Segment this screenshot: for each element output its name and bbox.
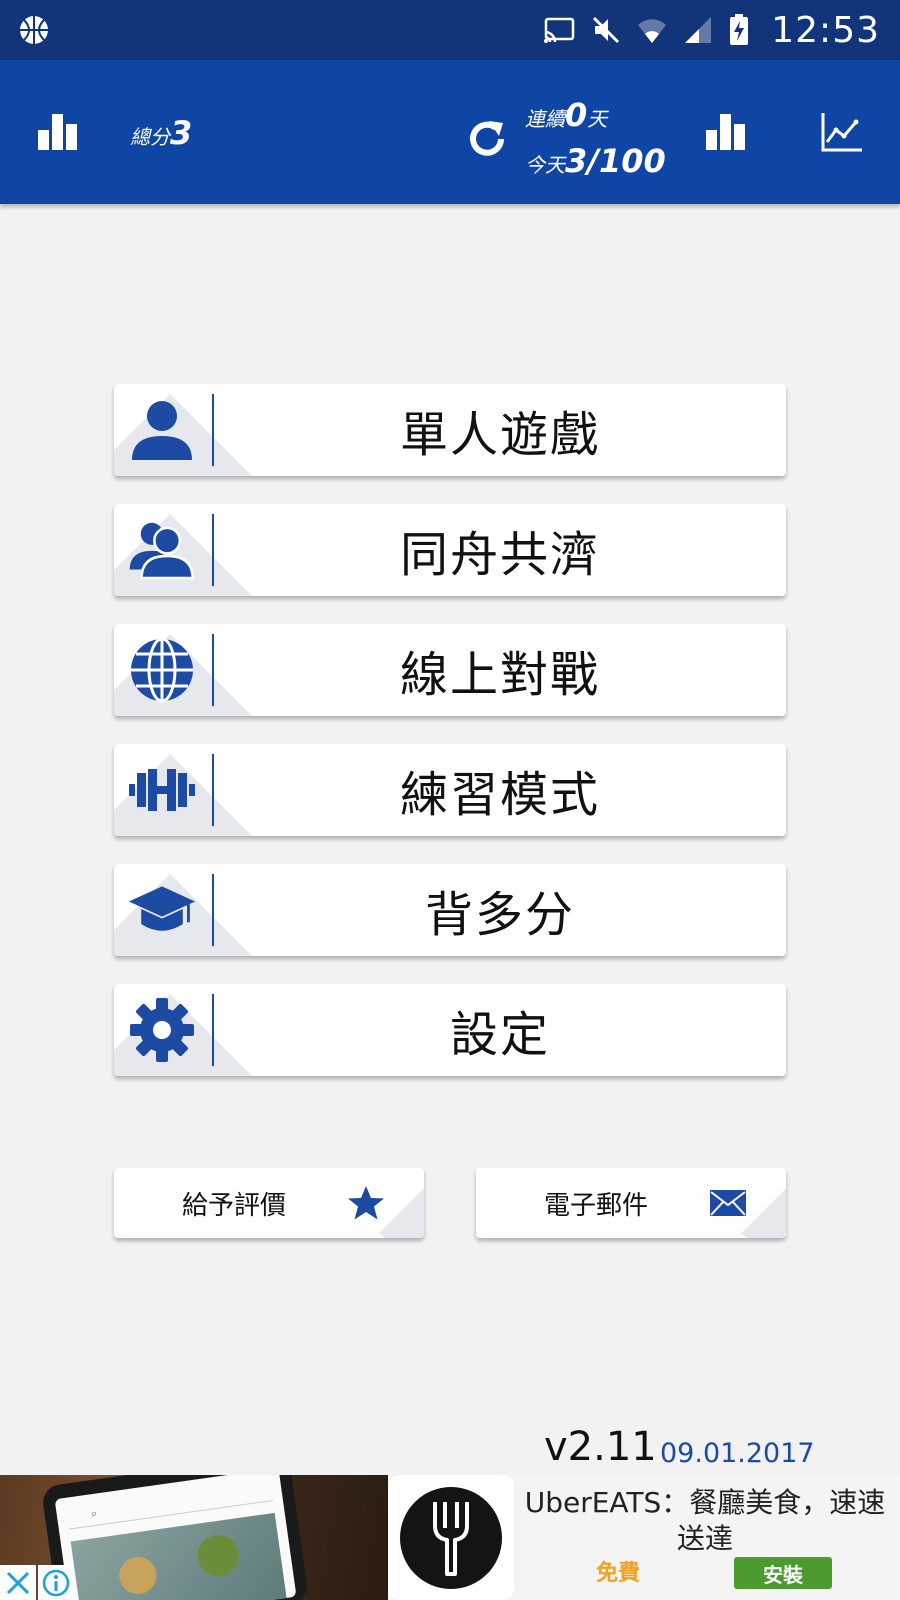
streak-label: 連續 [525, 107, 565, 131]
streak-value: 0 [565, 96, 588, 134]
basketball-icon [20, 16, 48, 44]
ad-app-logo[interactable] [388, 1475, 514, 1600]
button-shadow [379, 1183, 424, 1238]
wifi-icon [638, 19, 667, 43]
ad-close-button[interactable] [0, 1565, 36, 1600]
rate-button[interactable]: 給予評價 [114, 1168, 424, 1238]
button-shadow [741, 1183, 786, 1238]
people-icon [128, 518, 196, 582]
ad-banner[interactable]: ⌕ UberEATS：餐廳美食，速速送達 免費 安裝 [0, 1475, 900, 1600]
email-button[interactable]: 電子郵件 [476, 1168, 786, 1238]
app-bar: 總分3 連續0天 今天3/100 [0, 60, 900, 204]
mute-icon [593, 16, 620, 44]
refresh-icon [470, 121, 504, 156]
leaderboard-button[interactable] [702, 106, 750, 154]
rate-label: 給予評價 [181, 1190, 286, 1221]
email-label: 電子郵件 [543, 1190, 648, 1221]
main-menu: 單人遊戲 同舟共濟 線上對戰 練習模式 背多分 設定 [114, 384, 786, 1104]
streak-row: 連續0天 [525, 94, 666, 140]
settings-button[interactable]: 設定 [114, 984, 786, 1076]
bar-chart-icon [706, 114, 745, 150]
co-op-button[interactable]: 同舟共濟 [114, 504, 786, 596]
person-icon [128, 398, 196, 462]
online-battle-label: 線上對戰 [399, 647, 600, 703]
stats-button[interactable] [34, 106, 82, 154]
streak-unit: 天 [587, 107, 608, 131]
dumbbell-icon [128, 758, 196, 822]
total-value: 3 [170, 114, 193, 152]
today-value: 3/100 [565, 142, 666, 180]
total-label: 總分 [130, 125, 170, 149]
status-icons: 12:53 [543, 0, 880, 60]
gear-icon [128, 998, 196, 1062]
study-button[interactable]: 背多分 [114, 864, 786, 956]
practice-mode-button[interactable]: 練習模式 [114, 744, 786, 836]
star-icon [346, 1186, 386, 1220]
ad-phone-image: ⌕ [40, 1475, 310, 1600]
total-score: 總分3 [130, 114, 192, 152]
bar-chart-icon [38, 114, 77, 150]
close-icon [6, 1571, 30, 1594]
graduation-cap-icon [128, 878, 196, 942]
today-label: 今天 [525, 153, 565, 177]
trend-button[interactable] [818, 108, 866, 156]
refresh-button[interactable] [462, 114, 512, 164]
main-screen: 12:53 總分3 連續0天 今天3/100 單人遊戲 同舟共濟 線上對戰 練習… [0, 0, 900, 1600]
envelope-icon [708, 1186, 748, 1220]
fork-icon [433, 1501, 469, 1576]
info-icon [42, 1569, 70, 1596]
signal-icon [685, 17, 712, 43]
ad-install-button[interactable]: 安裝 [734, 1557, 832, 1589]
study-label: 背多分 [424, 887, 575, 943]
settings-label: 設定 [449, 1007, 550, 1063]
battery-charging-icon [730, 14, 749, 45]
single-player-button[interactable]: 單人遊戲 [114, 384, 786, 476]
daily-progress: 連續0天 今天3/100 [525, 94, 666, 186]
ad-title[interactable]: UberEATS：餐廳美食，速速送達 [520, 1485, 890, 1557]
cast-icon [544, 17, 575, 43]
ad-price: 免費 [596, 1561, 641, 1586]
line-chart-icon [821, 113, 862, 152]
practice-mode-label: 練習模式 [399, 767, 600, 823]
version-number: v2.11 [544, 1424, 657, 1470]
clock: 12:53 [771, 9, 880, 51]
online-battle-button[interactable]: 線上對戰 [114, 624, 786, 716]
status-bar: 12:53 [0, 0, 900, 60]
single-player-label: 單人遊戲 [399, 407, 600, 463]
co-op-label: 同舟共濟 [399, 527, 600, 583]
version-date: 09.01.2017 [660, 1438, 815, 1469]
ad-info-button[interactable] [38, 1565, 74, 1600]
globe-icon [128, 637, 196, 703]
today-row: 今天3/100 [525, 140, 666, 186]
